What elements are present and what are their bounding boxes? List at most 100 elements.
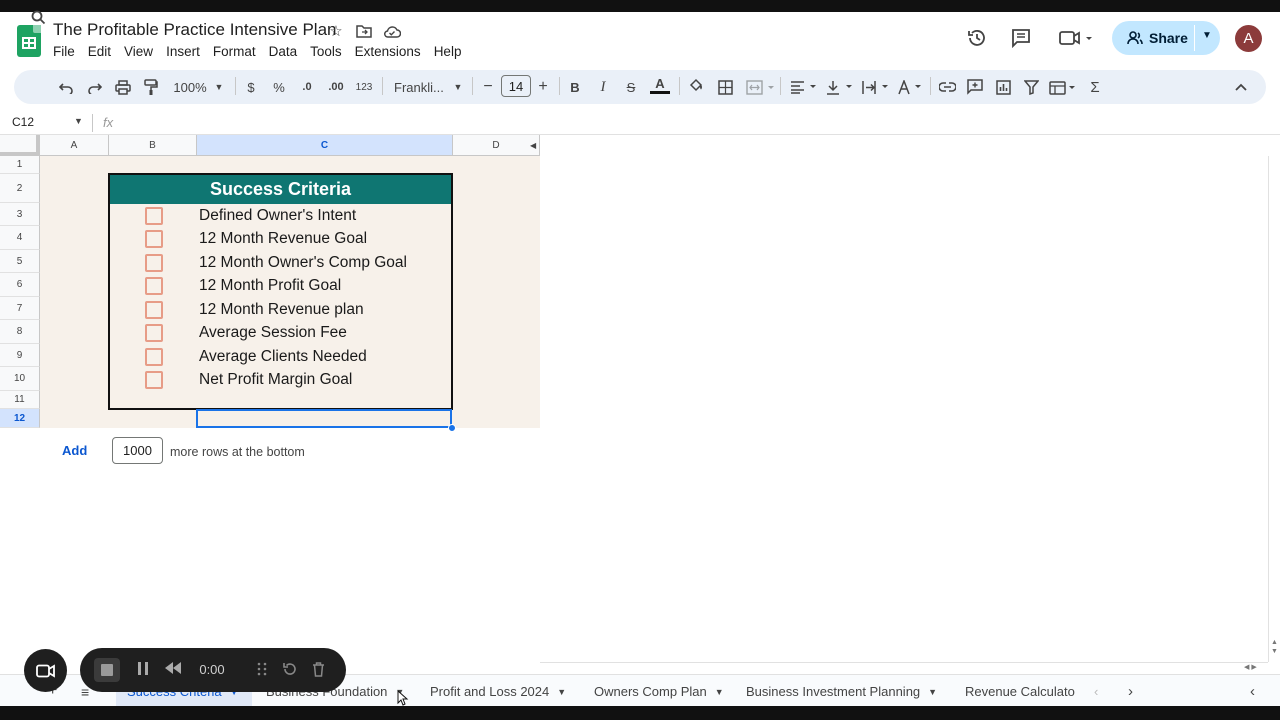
decrease-font-size-button[interactable]: − (481, 78, 495, 96)
row-header-9[interactable]: 9 (0, 344, 40, 367)
horizontal-align-icon[interactable] (789, 78, 819, 96)
increase-font-size-button[interactable]: + (536, 78, 550, 96)
criteria-checkbox[interactable] (145, 348, 163, 366)
decrease-decimal-button[interactable]: .0 (298, 78, 316, 96)
font-chevron-down-icon[interactable]: ▼ (452, 78, 464, 96)
meet-call-icon[interactable] (1056, 26, 1096, 50)
tab-business-investment-planning[interactable]: Business Investment Planning ▼ (746, 684, 937, 699)
delete-icon[interactable] (310, 662, 326, 677)
criteria-checkbox[interactable] (145, 277, 163, 295)
functions-icon[interactable]: Σ (1087, 78, 1103, 96)
cloud-saved-icon[interactable] (383, 22, 401, 40)
menu-edit[interactable]: Edit (88, 44, 117, 59)
criteria-checkbox[interactable] (145, 301, 163, 319)
row-header-3[interactable]: 3 (0, 203, 40, 226)
drag-handle-icon[interactable] (254, 662, 270, 676)
criteria-checkbox[interactable] (145, 207, 163, 225)
row-header-6[interactable]: 6 (0, 273, 40, 297)
move-folder-icon[interactable] (355, 22, 373, 40)
collapse-toolbar-icon[interactable] (1233, 78, 1249, 96)
menu-extensions[interactable]: Extensions (355, 44, 427, 59)
tabs-scroll-left-icon[interactable]: ‹ (1094, 684, 1098, 699)
restart-icon[interactable] (282, 662, 298, 676)
column-header-c[interactable]: C (197, 135, 453, 156)
vertical-scrollbar[interactable] (1268, 156, 1280, 662)
column-scroll-left-icon[interactable]: ◀ (530, 141, 536, 150)
tab-owners-comp-plan[interactable]: Owners Comp Plan ▼ (594, 684, 724, 699)
pause-icon[interactable] (136, 662, 150, 675)
side-panel-toggle-icon[interactable]: ‹ (1250, 683, 1255, 700)
insert-comment-icon[interactable] (966, 78, 984, 96)
row-header-5[interactable]: 5 (0, 250, 40, 273)
merge-cells-icon[interactable] (745, 78, 777, 96)
tab-profit-and-loss-2024[interactable]: Profit and Loss 2024 ▼ (430, 684, 566, 699)
fill-color-icon[interactable] (687, 77, 705, 95)
text-color-button[interactable]: A (650, 76, 670, 94)
document-title[interactable]: The Profitable Practice Intensive Plan (53, 20, 336, 40)
row-header-8[interactable]: 8 (0, 320, 40, 344)
criteria-checkbox[interactable] (145, 371, 163, 389)
row-header-11[interactable]: 11 (0, 391, 40, 409)
tab-revenue-calculator[interactable]: Revenue Calculato (965, 684, 1077, 699)
share-dropdown-icon[interactable]: ▼ (1202, 30, 1212, 41)
menu-format[interactable]: Format (213, 44, 262, 59)
font-family-select[interactable]: Frankli... (394, 78, 446, 96)
borders-icon[interactable] (716, 78, 734, 96)
currency-format-button[interactable]: $ (244, 78, 258, 96)
font-size-input[interactable]: 14 (501, 75, 531, 97)
strikethrough-button[interactable]: S (624, 78, 638, 96)
criteria-checkbox[interactable] (145, 254, 163, 272)
insert-link-icon[interactable] (938, 78, 956, 96)
name-box[interactable]: C12 (12, 115, 34, 129)
vertical-align-icon[interactable] (825, 78, 855, 96)
row-header-12[interactable]: 12 (0, 409, 40, 428)
hscroll-arrows-icon[interactable]: ◀ ▶ (1244, 663, 1257, 671)
version-history-icon[interactable] (965, 26, 989, 50)
recorder-camera-button[interactable] (24, 649, 67, 692)
criteria-checkbox[interactable] (145, 324, 163, 342)
scroll-arrows-icon[interactable]: ▲ ▼ (1271, 638, 1278, 656)
tab-chevron-down-icon[interactable]: ▼ (715, 687, 724, 697)
menu-tools[interactable]: Tools (310, 44, 348, 59)
menu-insert[interactable]: Insert (166, 44, 206, 59)
menu-file[interactable]: File (53, 44, 81, 59)
redo-icon[interactable] (86, 78, 102, 96)
column-header-d[interactable]: D (453, 135, 540, 156)
tabs-scroll-right-icon[interactable]: › (1128, 683, 1133, 700)
tab-chevron-down-icon[interactable]: ▼ (928, 687, 937, 697)
menu-view[interactable]: View (124, 44, 159, 59)
add-rows-button[interactable]: Add (62, 443, 87, 458)
tab-chevron-down-icon[interactable]: ▼ (557, 687, 566, 697)
italic-button[interactable]: I (596, 78, 610, 96)
bold-button[interactable]: B (568, 78, 582, 96)
percent-format-button[interactable]: % (272, 78, 286, 96)
menu-help[interactable]: Help (434, 44, 468, 59)
rewind-icon[interactable] (164, 662, 182, 674)
row-header-2[interactable]: 2 (0, 174, 40, 203)
text-rotation-icon[interactable] (896, 78, 926, 96)
star-icon[interactable]: ☆ (327, 22, 345, 40)
print-icon[interactable] (114, 78, 132, 96)
more-formats-button[interactable]: 123 (354, 78, 374, 96)
horizontal-scrollbar[interactable] (540, 662, 1268, 674)
paint-format-icon[interactable] (142, 78, 158, 96)
row-header-4[interactable]: 4 (0, 226, 40, 250)
avatar[interactable]: A (1235, 25, 1262, 52)
add-rows-count-input[interactable]: 1000 (112, 437, 163, 464)
zoom-chevron-down-icon[interactable]: ▼ (213, 78, 225, 96)
undo-icon[interactable] (58, 78, 74, 96)
fill-handle[interactable] (448, 424, 456, 432)
select-all-corner[interactable] (0, 135, 40, 156)
filter-views-icon[interactable] (1048, 78, 1078, 96)
increase-decimal-button[interactable]: .00 (326, 78, 346, 96)
column-header-b[interactable]: B (109, 135, 197, 156)
menu-data[interactable]: Data (269, 44, 304, 59)
row-header-10[interactable]: 10 (0, 367, 40, 391)
row-header-1[interactable]: 1 (0, 156, 40, 174)
recorder-stop-button[interactable] (94, 658, 120, 682)
row-header-7[interactable]: 7 (0, 297, 40, 320)
insert-chart-icon[interactable] (994, 78, 1012, 96)
name-box-chevron-down-icon[interactable]: ▼ (74, 116, 83, 126)
filter-icon[interactable] (1022, 78, 1040, 96)
share-button[interactable]: Share ▼ (1112, 21, 1220, 55)
